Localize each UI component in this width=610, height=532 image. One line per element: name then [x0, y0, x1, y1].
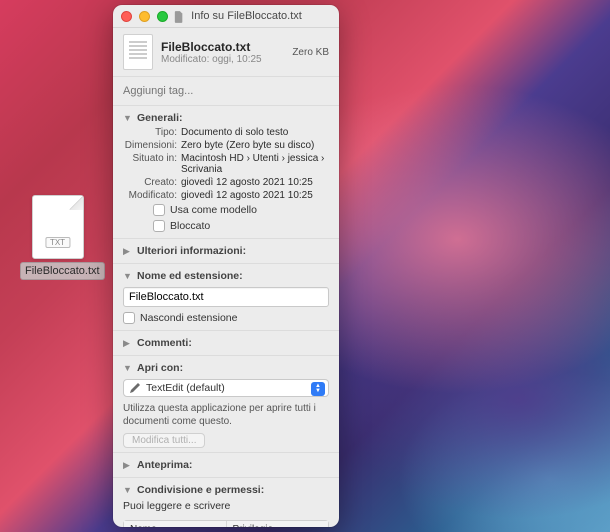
- file-icon: TXT: [32, 195, 84, 259]
- general-modified: giovedì 12 agosto 2021 10:25: [181, 190, 329, 201]
- section-more-info[interactable]: ▶Ulteriori informazioni:: [113, 238, 339, 263]
- chevron-right-icon: ▶: [123, 460, 133, 471]
- titlebar[interactable]: Info su FileBloccato.txt: [113, 5, 339, 28]
- locked-checkbox-row[interactable]: Bloccato: [123, 218, 329, 234]
- file-header: FileBloccato.txt Modificato: oggi, 10:25…: [113, 28, 339, 77]
- section-general: ▼ Generali: Tipo:Documento di solo testo…: [113, 105, 339, 238]
- checkbox-icon: [153, 204, 165, 216]
- file-size: Zero KB: [292, 47, 329, 58]
- col-priv: Privilegio: [227, 521, 329, 527]
- file-modified: Modificato: oggi, 10:25: [161, 54, 284, 65]
- info-window: Info su FileBloccato.txt FileBloccato.tx…: [113, 5, 339, 527]
- select-arrows-icon: ▲▼: [311, 382, 325, 396]
- desktop-file[interactable]: TXT FileBloccato.txt: [20, 195, 95, 280]
- checkbox-icon: [153, 220, 165, 232]
- section-comments[interactable]: ▶Commenti:: [113, 330, 339, 355]
- general-header[interactable]: ▼ Generali:: [123, 110, 329, 126]
- general-where: Macintosh HD › Utenti › jessica › Scriva…: [181, 153, 329, 175]
- app-icon: [129, 382, 141, 394]
- close-button[interactable]: [121, 11, 132, 22]
- general-size: Zero byte (Zero byte su disco): [181, 140, 329, 151]
- name-ext-input[interactable]: [123, 287, 329, 307]
- minimize-button[interactable]: [139, 11, 150, 22]
- section-sharing: ▼Condivisione e permessi: Puoi leggere e…: [113, 477, 339, 527]
- section-open-with: ▼Apri con: TextEdit (default) ▲▼ Utilizz…: [113, 355, 339, 452]
- chevron-down-icon: ▼: [123, 271, 133, 281]
- window-title: Info su FileBloccato.txt: [162, 10, 331, 22]
- tags-input[interactable]: [123, 85, 329, 97]
- file-thumbnail-icon: [123, 34, 153, 70]
- open-with-desc: Utilizza questa applicazione per aprire …: [123, 400, 329, 433]
- chevron-right-icon: ▶: [123, 246, 133, 257]
- tags-row: [113, 77, 339, 105]
- open-with-select[interactable]: TextEdit (default) ▲▼: [123, 379, 329, 397]
- traffic-lights: [121, 11, 168, 22]
- desktop-background: TXT FileBloccato.txt Info su FileBloccat…: [0, 0, 610, 532]
- sharing-header[interactable]: ▼Condivisione e permessi:: [123, 482, 329, 498]
- txt-badge: TXT: [45, 237, 70, 248]
- general-created: giovedì 12 agosto 2021 10:25: [181, 177, 329, 188]
- general-kind: Documento di solo testo: [181, 127, 329, 138]
- checkbox-icon: [123, 312, 135, 324]
- hide-ext-row[interactable]: Nascondi estensione: [123, 310, 329, 326]
- open-with-header[interactable]: ▼Apri con:: [123, 360, 329, 376]
- name-ext-header[interactable]: ▼Nome ed estensione:: [123, 268, 329, 284]
- stationery-checkbox-row[interactable]: Usa come modello: [123, 202, 329, 218]
- permissions-table: Nome Privilegio jessica (Io) ▲▼Lettura e…: [123, 520, 329, 527]
- chevron-down-icon: ▼: [123, 363, 133, 373]
- chevron-right-icon: ▶: [123, 338, 133, 349]
- file-name: FileBloccato.txt: [161, 40, 284, 54]
- section-preview[interactable]: ▶Anteprima:: [113, 452, 339, 477]
- desktop-file-label: FileBloccato.txt: [20, 262, 105, 280]
- change-all-button: Modifica tutti...: [123, 433, 205, 448]
- section-name-ext: ▼Nome ed estensione: Nascondi estensione: [113, 263, 339, 330]
- col-name: Nome: [124, 521, 227, 527]
- chevron-down-icon: ▼: [123, 485, 133, 495]
- chevron-down-icon: ▼: [123, 113, 133, 123]
- sharing-summary: Puoi leggere e scrivere: [123, 498, 329, 516]
